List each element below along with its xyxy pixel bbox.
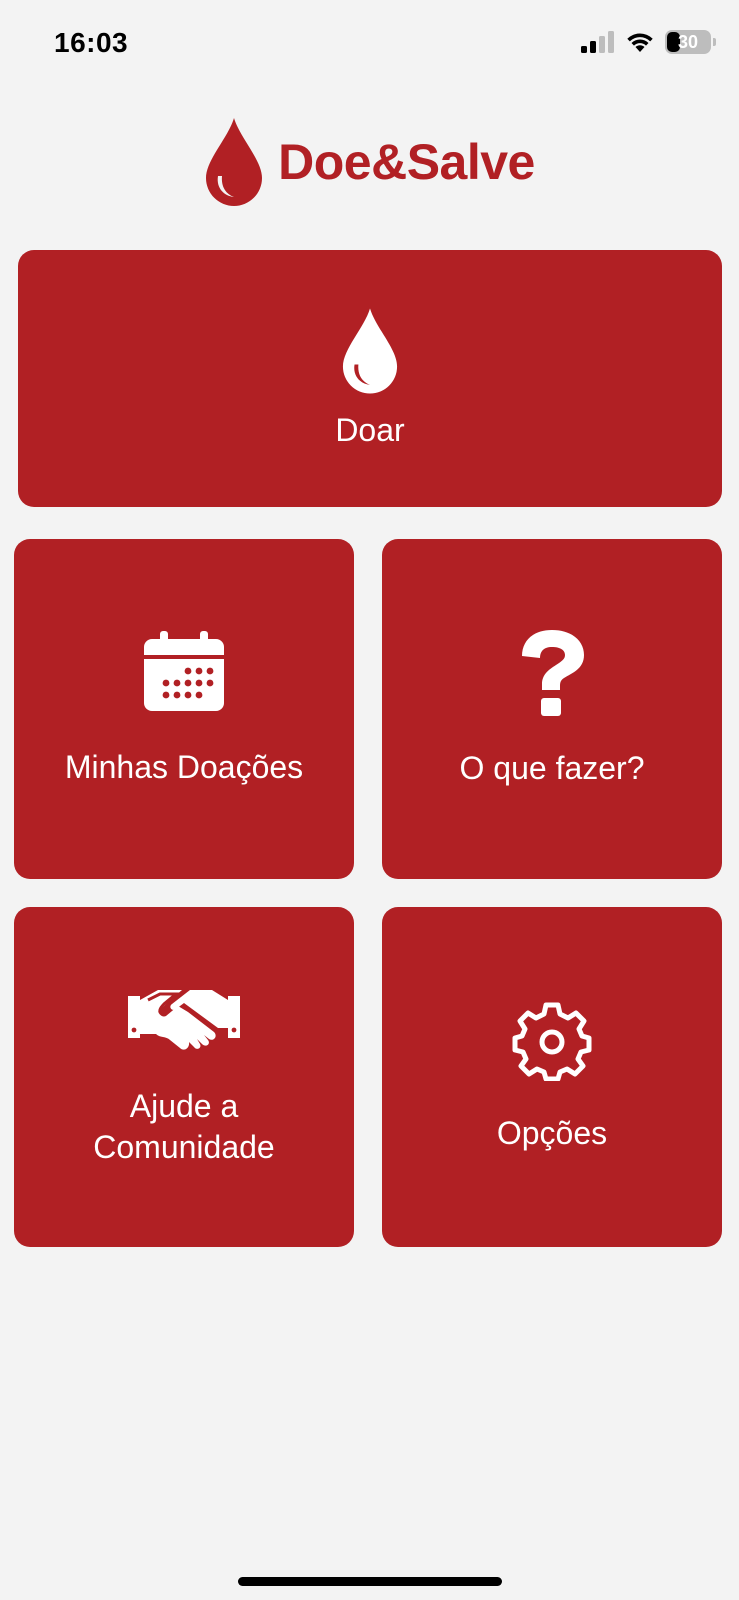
- home-indicator[interactable]: [238, 1577, 502, 1586]
- blood-drop-icon: [342, 308, 398, 394]
- what-to-do-button[interactable]: O que fazer?: [382, 539, 722, 879]
- what-to-do-label: O que fazer?: [459, 749, 645, 786]
- battery-indicator: 30: [665, 30, 716, 54]
- options-label: Opções: [496, 1114, 608, 1151]
- donate-button[interactable]: Doar: [18, 250, 722, 507]
- status-bar: 16:03 30: [0, 0, 739, 90]
- help-community-label: Ajude a Comunidade: [93, 1088, 275, 1165]
- wifi-icon: [627, 33, 653, 52]
- app-header: Doe&Salve: [0, 112, 739, 212]
- my-donations-label: Minhas Doações: [64, 748, 304, 785]
- help-community-button[interactable]: Ajude a Comunidade: [14, 907, 354, 1247]
- my-donations-button[interactable]: Minhas Doações: [14, 539, 354, 879]
- donate-label: Doar: [335, 412, 405, 448]
- battery-level: 30: [677, 31, 699, 52]
- home-screen: 16:03 30 Doe&Salve Doar Minhas Doações O…: [0, 0, 739, 1600]
- handshake-icon: [128, 990, 240, 1050]
- calendar-icon: [144, 630, 224, 711]
- options-button[interactable]: Opções: [382, 907, 722, 1247]
- status-icons: 30: [581, 30, 716, 54]
- question-mark-icon: [522, 629, 584, 716]
- battery-tip: [713, 38, 716, 46]
- blood-drop-icon: [206, 118, 263, 206]
- app-title: Doe&Salve: [278, 134, 535, 190]
- status-time: 16:03: [54, 27, 129, 58]
- gear-icon: [512, 1002, 592, 1081]
- cellular-signal-icon: [581, 31, 614, 53]
